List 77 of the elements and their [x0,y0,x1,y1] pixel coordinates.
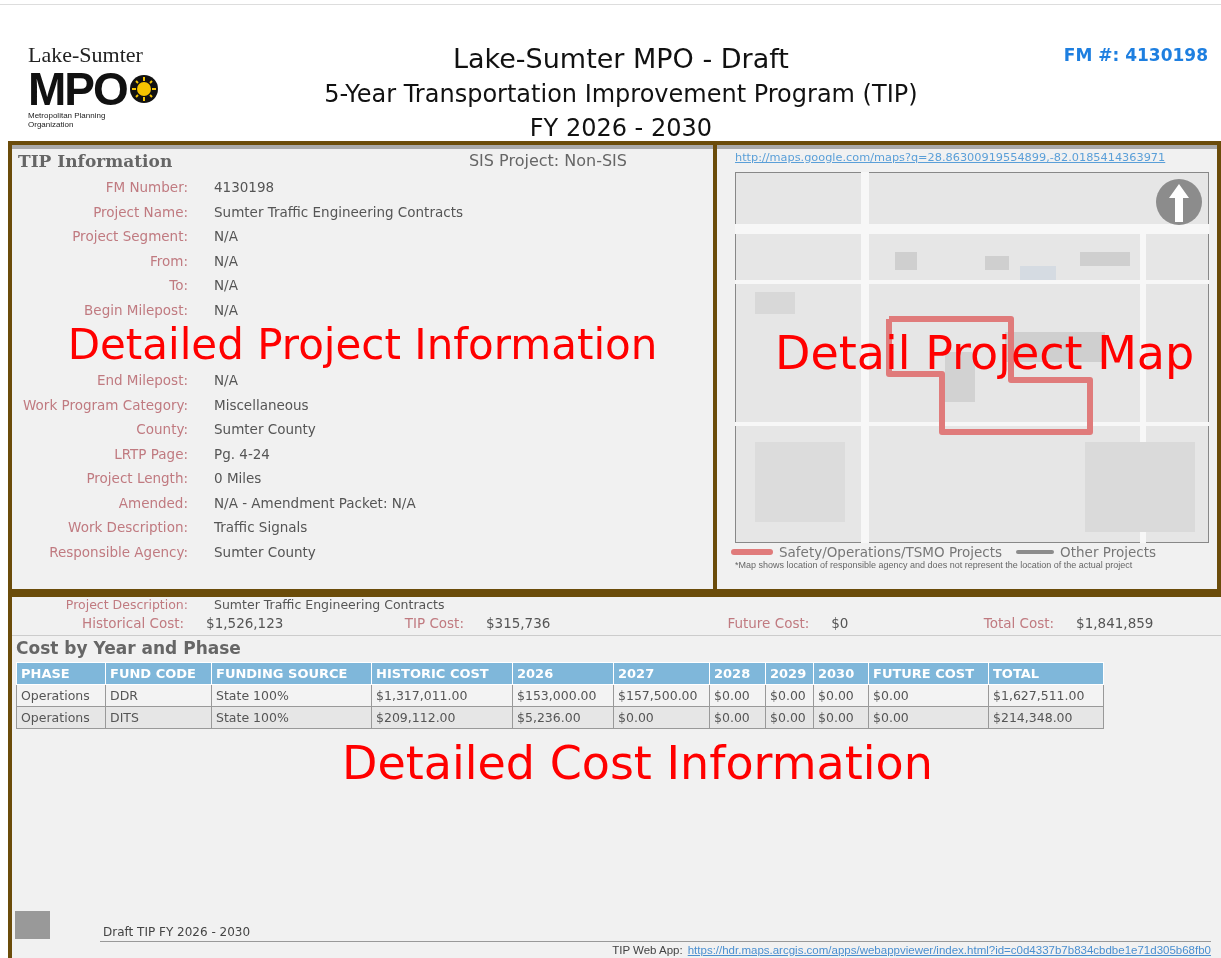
table-cell: $1,317,011.00 [371,684,513,707]
section-title: Cost by Year and Phase [16,638,242,658]
field-value: Miscellaneous [214,395,310,415]
web-app-label: TIP Web App: [612,944,683,956]
field-value: Sumter County [214,542,317,562]
sun-icon [128,74,159,104]
column-header: 2029 [765,662,814,685]
cost-value: $1,841,859 [1076,615,1154,631]
field-label: Begin Milepost: [83,300,188,320]
cost-label: TIP Cost: [404,615,464,631]
column-header: 2028 [709,662,766,685]
field-label: From: [149,251,188,271]
logo-mark: MPO [28,67,127,111]
annotation-label: Detailed Cost Information [342,737,933,789]
footer-title: Draft TIP FY 2026 - 2030 [103,925,251,939]
field-value: Sumter Traffic Engineering Contracts [214,597,446,613]
table-cell: State 100% [211,706,372,729]
column-header: FUTURE COST [868,662,989,685]
field-value: N/A [214,371,239,390]
column-header: FUNDING SOURCE [211,662,372,685]
column-header: HISTORIC COST [371,662,513,685]
logo-text: Lake-Sumter [28,43,143,67]
column-header: PHASE [16,662,106,685]
map-link[interactable]: http://maps.google.com/maps?q=28.86300919554899,-82.0185414363971 [735,151,1217,164]
fm-number: FM #: 4130198 [1063,45,1208,65]
field-label: Project Description: [64,597,188,613]
legend-label: Safety/Operations/TSMO Projects [779,544,1003,560]
field-value: N/A [214,251,239,271]
field-value: 0 Miles [214,469,263,488]
column-header: 2027 [613,662,710,685]
field-value: N/A [214,276,239,295]
footer-block [15,911,50,939]
field-value: Sumter Traffic Engineering Contracts [214,202,464,222]
table-cell: Operations [16,684,106,707]
legend-label: Other Projects [1060,544,1156,560]
field-label: Project Length: [85,469,188,488]
field-label: Responsible Agency: [48,542,188,562]
table-cell: Operations [16,706,106,729]
fiscal-years: FY 2026 - 2030 [529,113,712,144]
map-note: *Map shows location of responsible agency and does not represent the location of the actual project [735,560,1134,570]
web-app-link[interactable]: https://hdr.maps.arcgis.com/apps/webappviewer/index.html?id=c0d4337b7b834cbdbe1e71d305b68fb0 [687,944,1211,956]
logo-subtitle: Metropolitan Planning Organization [28,111,107,129]
field-value: 4130198 [214,178,276,197]
cost-value: $1,526,123 [206,615,284,631]
field-value: Sumter County [214,420,317,439]
column-header: 2030 [813,662,869,685]
table-cell: State 100% [211,684,372,707]
field-value: Traffic Signals [214,518,309,537]
field-label: County: [135,420,188,439]
annotation-label: Detailed Project Information [67,322,658,368]
field-label: FM Number: [104,178,188,197]
report-title: Lake-Sumter MPO - Draft [452,42,789,76]
sis-status: SIS Project: Non-SIS [468,151,627,171]
field-label: End Milepost: [95,371,188,390]
table-cell: $209,112.00 [371,706,513,729]
cost-label: Historical Cost: [82,615,185,631]
section-title: TIP Information [18,151,173,171]
report-subtitle: 5-Year Transportation Improvement Program (TIP) [324,79,918,110]
field-label: Work Description: [67,518,188,537]
cost-label: Future Cost: [727,615,810,631]
field-label: Project Segment: [71,227,188,246]
field-label: LRTP Page: [113,444,188,464]
field-label: Work Program Category: [22,395,188,415]
field-value: Pg. 4-24 [214,444,271,464]
field-value: N/A [214,227,239,246]
cost-value: $315,736 [485,615,551,631]
annotation-label: Detail Project Map [775,327,1195,379]
field-label: To: [168,276,188,295]
field-value: N/A - Amendment Packet: N/A [214,493,417,513]
column-header: TOTAL [988,662,1104,685]
cost-label: Total Cost: [983,615,1055,631]
cost-value: $0 [831,615,849,631]
column-header: FUND CODE [105,662,212,685]
field-label: Amended: [117,493,188,513]
field-value: N/A [214,300,239,320]
field-label: Project Name: [92,202,188,222]
column-header: 2026 [512,662,614,685]
